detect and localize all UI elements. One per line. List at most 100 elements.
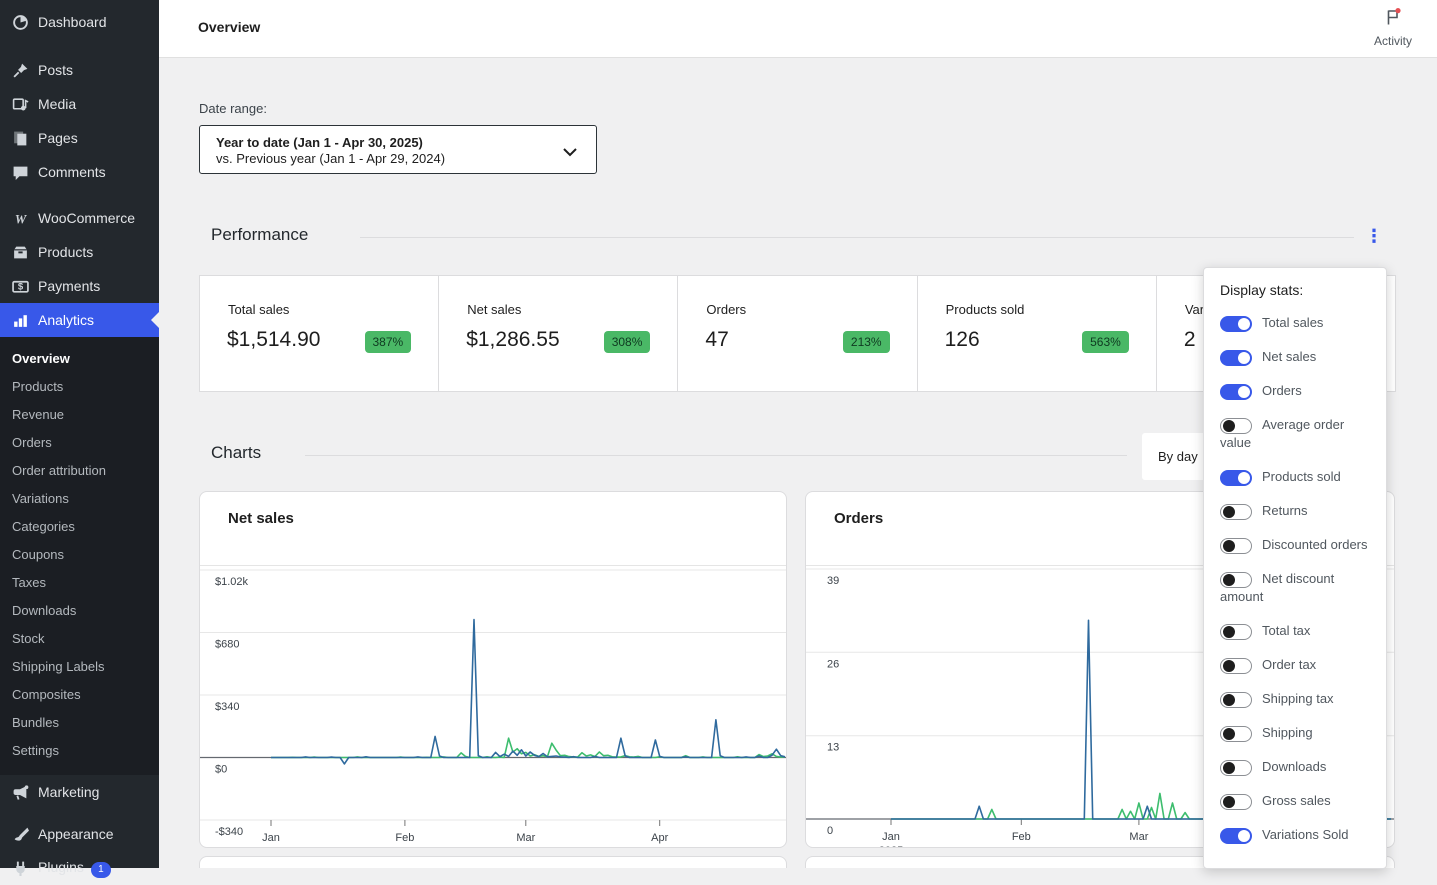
total-sales-toggle[interactable]	[1220, 316, 1252, 332]
shipping-tax-toggle[interactable]	[1220, 692, 1252, 708]
gross-sales-toggle[interactable]	[1220, 794, 1252, 810]
display-stats-title: Display stats:	[1220, 282, 1372, 298]
shipping-toggle[interactable]	[1220, 726, 1252, 742]
sidebar-item-label: Dashboard	[38, 14, 107, 30]
net-discount-amount-toggle[interactable]	[1220, 572, 1252, 588]
svg-text:$0: $0	[215, 764, 227, 776]
svg-text:0: 0	[827, 825, 833, 837]
performance-menu-button[interactable]: ⋮	[1365, 223, 1383, 249]
orders-toggle[interactable]	[1220, 384, 1252, 400]
average-order-value-toggle[interactable]	[1220, 418, 1252, 434]
sidebar-item-dashboard[interactable]: Dashboard	[0, 5, 159, 39]
submenu-item-overview[interactable]: Overview	[0, 345, 159, 373]
toggle-label: Products sold	[1262, 469, 1341, 484]
sidebar-main-menu: Dashboard Posts Media PagesComments WWooComm…	[0, 5, 159, 337]
submenu-item-orders[interactable]: Orders	[0, 429, 159, 457]
sidebar-bottom-menu: Marketing Appearance Plugins1	[0, 775, 159, 885]
toggle-row-total-sales[interactable]: Total sales	[1220, 314, 1372, 332]
toggle-label: Downloads	[1262, 759, 1326, 774]
net-sales-chart: $1.02k$680$340$0-$340Jan2025FebMarApr	[200, 566, 787, 848]
svg-text:Jan: Jan	[262, 832, 280, 844]
toggle-row-gross-sales[interactable]: Gross sales	[1220, 792, 1372, 810]
svg-text:Feb: Feb	[395, 832, 414, 844]
submenu-item-bundles[interactable]: Bundles	[0, 709, 159, 737]
stat-card-orders[interactable]: Orders47213%	[678, 276, 917, 391]
sidebar-item-woocommerce[interactable]: WWooCommerce	[0, 201, 159, 235]
toggle-row-discounted-orders[interactable]: Discounted orders	[1220, 536, 1372, 554]
activity-button[interactable]: Activity	[1361, 7, 1425, 48]
sidebar-item-pages[interactable]: Pages	[0, 121, 159, 155]
svg-text:-$340: -$340	[215, 826, 243, 838]
analytics-icon	[12, 312, 29, 329]
stat-card-net-sales[interactable]: Net sales$1,286.55308%	[439, 276, 678, 391]
submenu-item-revenue[interactable]: Revenue	[0, 401, 159, 429]
sidebar-item-payments[interactable]: $Payments	[0, 269, 159, 303]
svg-text:Mar: Mar	[1129, 831, 1148, 843]
sidebar-item-media[interactable]: Media	[0, 87, 159, 121]
sidebar-item-label: Media	[38, 96, 76, 112]
toggle-label: Gross sales	[1262, 793, 1331, 808]
submenu-item-categories[interactable]: Categories	[0, 513, 159, 541]
toggle-label: Net sales	[1262, 349, 1316, 364]
products-sold-toggle[interactable]	[1220, 470, 1252, 486]
submenu-item-settings[interactable]: Settings	[0, 737, 159, 765]
toggle-row-shipping-tax[interactable]: Shipping tax	[1220, 690, 1372, 708]
sidebar-item-plugins[interactable]: Plugins1	[0, 851, 159, 885]
order-tax-toggle[interactable]	[1220, 658, 1252, 674]
toggle-row-downloads[interactable]: Downloads	[1220, 758, 1372, 776]
toggle-row-total-tax[interactable]: Total tax	[1220, 622, 1372, 640]
sidebar-item-label: Appearance	[38, 826, 114, 842]
submenu-item-shipping-labels[interactable]: Shipping Labels	[0, 653, 159, 681]
toggle-row-orders[interactable]: Orders	[1220, 382, 1372, 400]
toggle-row-net-sales[interactable]: Net sales	[1220, 348, 1372, 366]
sidebar-item-posts[interactable]: Posts	[0, 53, 159, 87]
toggle-label: Total tax	[1262, 623, 1310, 638]
variations-sold-toggle[interactable]	[1220, 828, 1252, 844]
sidebar-item-appearance[interactable]: Appearance	[0, 817, 159, 851]
toggle-row-net-discount-amount[interactable]: Net discount amount	[1220, 570, 1372, 606]
sidebar-item-analytics[interactable]: Analytics	[0, 303, 159, 337]
svg-text:W: W	[15, 212, 28, 226]
returns-toggle[interactable]	[1220, 504, 1252, 520]
date-range-primary: Year to date (Jan 1 - Apr 30, 2025)	[216, 134, 556, 151]
stat-label: Orders	[706, 302, 746, 317]
dashboard-icon	[12, 14, 29, 31]
sidebar-item-marketing[interactable]: Marketing	[0, 775, 159, 809]
toggle-row-average-order-value[interactable]: Average order value	[1220, 416, 1372, 452]
toggle-row-returns[interactable]: Returns	[1220, 502, 1372, 520]
posts-icon	[12, 62, 29, 79]
toggle-row-products-sold[interactable]: Products sold	[1220, 468, 1372, 486]
toggle-label: Order tax	[1262, 657, 1316, 672]
marketing-icon	[12, 784, 29, 801]
submenu-item-downloads[interactable]: Downloads	[0, 597, 159, 625]
pages-icon	[12, 130, 29, 147]
date-range-select[interactable]: Year to date (Jan 1 - Apr 30, 2025) vs. …	[199, 125, 597, 174]
stat-change-badge: 308%	[604, 331, 651, 353]
discounted-orders-toggle[interactable]	[1220, 538, 1252, 554]
sidebar-item-products[interactable]: Products	[0, 235, 159, 269]
toggle-row-shipping[interactable]: Shipping	[1220, 724, 1372, 742]
submenu-item-order-attribution[interactable]: Order attribution	[0, 457, 159, 485]
net-sales-chart-card: Net sales $1.02k$680$340$0-$340Jan2025Fe…	[199, 491, 787, 848]
payments-icon: $	[12, 278, 29, 295]
submenu-item-coupons[interactable]: Coupons	[0, 541, 159, 569]
toggle-row-variations-sold[interactable]: Variations Sold	[1220, 826, 1372, 844]
downloads-toggle[interactable]	[1220, 760, 1252, 776]
net-sales-toggle[interactable]	[1220, 350, 1252, 366]
total-tax-toggle[interactable]	[1220, 624, 1252, 640]
chevron-down-icon	[562, 144, 578, 162]
submenu-item-stock[interactable]: Stock	[0, 625, 159, 653]
submenu-item-variations[interactable]: Variations	[0, 485, 159, 513]
submenu-item-products[interactable]: Products	[0, 373, 159, 401]
stat-card-total-sales[interactable]: Total sales$1,514.90387%	[200, 276, 439, 391]
svg-text:2025: 2025	[259, 846, 283, 848]
submenu-item-composites[interactable]: Composites	[0, 681, 159, 709]
page-title: Overview	[198, 19, 260, 35]
svg-text:Apr: Apr	[651, 832, 668, 844]
toggle-row-order-tax[interactable]: Order tax	[1220, 656, 1372, 674]
submenu-item-taxes[interactable]: Taxes	[0, 569, 159, 597]
sidebar-item-comments[interactable]: Comments	[0, 155, 159, 189]
sidebar-item-label: Marketing	[38, 784, 99, 800]
stat-card-products-sold[interactable]: Products sold126563%	[918, 276, 1157, 391]
svg-text:Feb: Feb	[1012, 831, 1031, 843]
